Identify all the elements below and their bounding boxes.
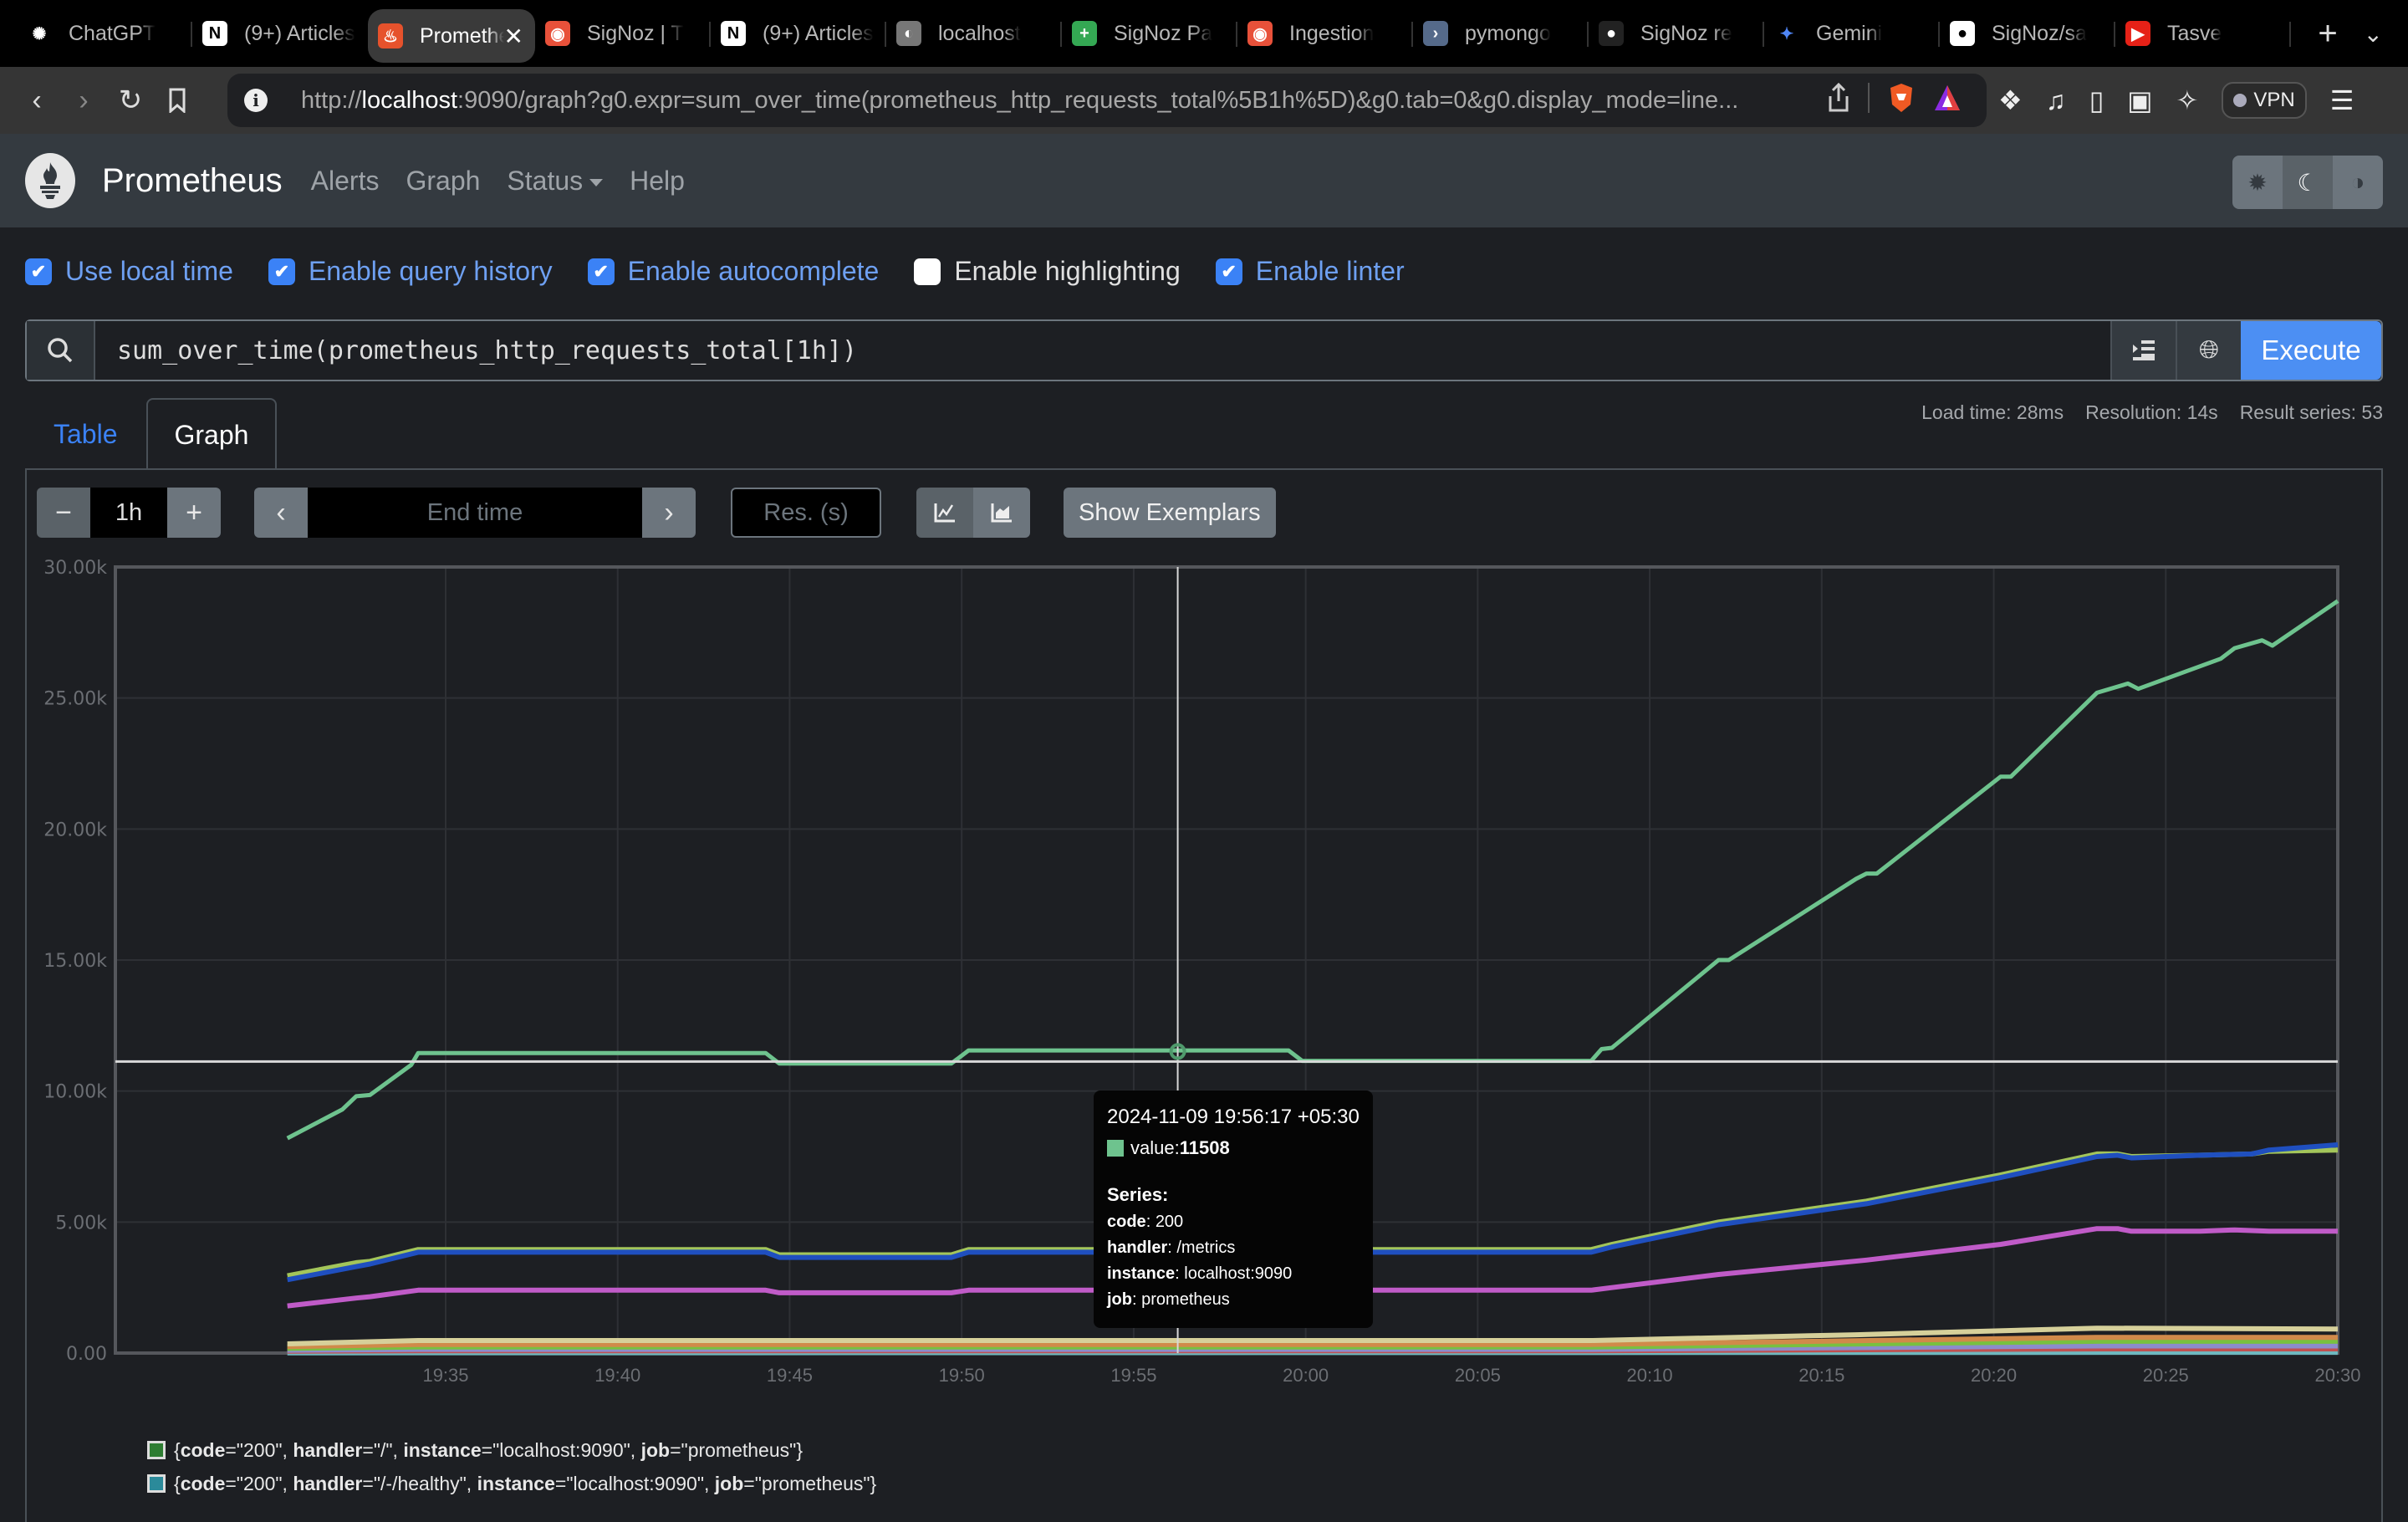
legend-label: {code="200", handler="/-/healthy", insta… bbox=[174, 1472, 877, 1494]
y-tick-label: 20.00k bbox=[43, 820, 107, 840]
x-tick-label: 20:15 bbox=[1798, 1365, 1844, 1386]
y-tick-label: 10.00k bbox=[43, 1082, 107, 1103]
tooltip-label-row: instance: localhost:9090 bbox=[1107, 1264, 1293, 1283]
label-value: localhost:9090 bbox=[1184, 1264, 1293, 1283]
x-tick-label: 19:45 bbox=[767, 1365, 813, 1386]
tooltip-label-row: handler: /metrics bbox=[1107, 1239, 1236, 1257]
y-tick-label: 0.00 bbox=[66, 1344, 107, 1365]
label-value: prometheus bbox=[1141, 1290, 1230, 1309]
x-tick-label: 20:00 bbox=[1283, 1365, 1329, 1386]
x-tick-label: 20:30 bbox=[2314, 1365, 2360, 1386]
label-key: handler bbox=[1107, 1239, 1168, 1257]
x-tick-label: 19:35 bbox=[422, 1365, 468, 1386]
label-value: /metrics bbox=[1176, 1239, 1236, 1257]
tooltip-label-row: code: 200 bbox=[1107, 1213, 1184, 1231]
x-tick-label: 20:05 bbox=[1455, 1365, 1501, 1386]
series-line bbox=[286, 599, 2339, 1141]
label-key: code bbox=[1107, 1213, 1146, 1231]
label-value: 200 bbox=[1155, 1213, 1184, 1231]
chart-tooltip: 2024-11-09 19:56:17 +05:30 value: 11508 … bbox=[1094, 1090, 1373, 1328]
x-tick-label: 19:50 bbox=[939, 1365, 985, 1386]
legend-label: {code="200", handler="/", instance="loca… bbox=[174, 1438, 804, 1461]
y-tick-label: 5.00k bbox=[55, 1213, 107, 1233]
series-color-swatch bbox=[1107, 1140, 1124, 1157]
tooltip-timestamp: 2024-11-09 19:56:17 +05:30 bbox=[1107, 1106, 1360, 1128]
legend-swatch bbox=[147, 1441, 166, 1459]
tooltip-value-number: 11508 bbox=[1179, 1137, 1230, 1158]
tooltip-series-heading: Series: bbox=[1107, 1184, 1169, 1205]
legend-swatch bbox=[147, 1474, 166, 1493]
x-tick-label: 20:10 bbox=[1627, 1365, 1673, 1386]
x-tick-label: 19:55 bbox=[1110, 1365, 1156, 1386]
y-tick-label: 30.00k bbox=[43, 558, 107, 579]
y-tick-label: 25.00k bbox=[43, 689, 107, 710]
x-tick-label: 20:20 bbox=[1971, 1365, 2017, 1386]
chart-legend: {code="200", handler="/", instance="loca… bbox=[147, 1433, 876, 1500]
tooltip-label-row: job: prometheus bbox=[1107, 1290, 1230, 1309]
x-tick-label: 19:40 bbox=[594, 1365, 640, 1386]
tooltip-value-label: value: bbox=[1130, 1137, 1180, 1158]
tooltip-value: value: 11508 bbox=[1107, 1137, 1360, 1159]
y-tick-label: 15.00k bbox=[43, 951, 107, 972]
label-key: job bbox=[1107, 1290, 1132, 1309]
label-key: instance bbox=[1107, 1264, 1176, 1283]
legend-item[interactable]: {code="200", handler="/", instance="loca… bbox=[147, 1433, 876, 1467]
legend-item[interactable]: {code="200", handler="/-/healthy", insta… bbox=[147, 1467, 876, 1500]
x-tick-label: 20:25 bbox=[2143, 1365, 2189, 1386]
